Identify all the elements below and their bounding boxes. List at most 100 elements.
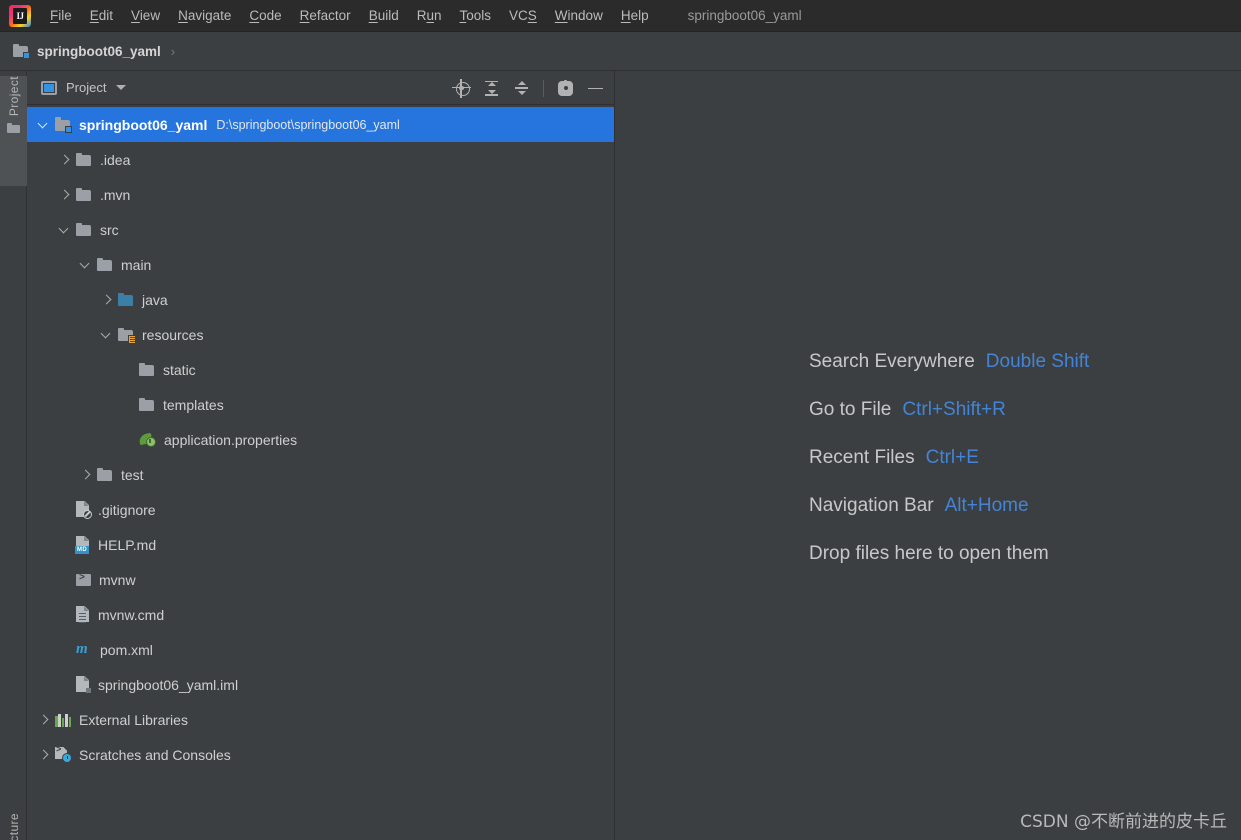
folder-icon	[7, 123, 20, 134]
tree-row-label: test	[121, 466, 144, 483]
menu-item-window[interactable]: Window	[546, 5, 612, 26]
maven-file-icon: m	[76, 640, 88, 657]
tree-row-label: .idea	[100, 151, 131, 168]
navigation-bar: springboot06_yaml ›	[0, 32, 1241, 71]
chevron-right-icon[interactable]	[58, 188, 71, 201]
menu-item-refactor[interactable]: Refactor	[291, 5, 360, 26]
shortcut-hint-label: Drop files here to open them	[809, 543, 1049, 564]
expand-all-icon[interactable]	[483, 80, 500, 97]
tree-row-main[interactable]: main	[27, 247, 614, 282]
shortcut-hint-key: Ctrl+Shift+R	[902, 399, 1006, 420]
tree-row-test[interactable]: test	[27, 457, 614, 492]
folder-icon	[76, 152, 92, 167]
editor-area: Search Everywhere Double Shift Go to File C…	[616, 71, 1241, 840]
chevron-right-icon[interactable]	[37, 713, 50, 726]
tree-row-springboot06-yaml[interactable]: springboot06_yaml D:\springboot\springboo…	[27, 107, 614, 142]
tree-row-label: application.properties	[164, 431, 298, 448]
menu-item-edit[interactable]: Edit	[81, 5, 122, 26]
tree-row-label: templates	[163, 396, 224, 413]
tree-row-java[interactable]: java	[27, 282, 614, 317]
chevron-right-icon[interactable]	[58, 153, 71, 166]
tree-row-label: springboot06_yaml	[79, 116, 208, 133]
tree-row--mvn[interactable]: .mvn	[27, 177, 614, 212]
menu-item-vcs[interactable]: VCS	[500, 5, 546, 26]
tree-row-mvnw[interactable]: mvnw	[27, 562, 614, 597]
menu-item-view[interactable]: View	[122, 5, 169, 26]
chevron-right-icon[interactable]	[100, 293, 113, 306]
tree-row-springboot06-yaml-iml[interactable]: springboot06_yaml.iml	[27, 667, 614, 702]
menu-item-help[interactable]: Help	[612, 5, 658, 26]
tree-row-label: mvnw	[99, 571, 136, 588]
project-tool-window: Project springboot06_yaml D:\springboot\s…	[27, 71, 615, 840]
tool-window-button-project[interactable]: Project	[0, 76, 27, 186]
menu-item-build[interactable]: Build	[360, 5, 408, 26]
locate-icon[interactable]	[452, 78, 471, 98]
tree-row--idea[interactable]: .idea	[27, 142, 614, 177]
tree-row-label: static	[163, 361, 196, 378]
tree-row-src[interactable]: src	[27, 212, 614, 247]
project-panel-header: Project	[27, 71, 614, 105]
tree-row-label: .gitignore	[98, 501, 156, 518]
tree-row-pom-xml[interactable]: m pom.xml	[27, 632, 614, 667]
tree-row--gitignore[interactable]: .gitignore	[27, 492, 614, 527]
tree-row-mvnw-cmd[interactable]: mvnw.cmd	[27, 597, 614, 632]
chevron-down-icon[interactable]	[79, 258, 92, 271]
tree-row-external-libraries[interactable]: External Libraries	[27, 702, 614, 737]
shortcut-hint-row: Drop files here to open them	[809, 543, 1089, 565]
tool-window-button-structure[interactable]: Structure	[0, 813, 27, 840]
intellij-idea-logo-icon: IJ	[9, 4, 31, 27]
watermark: CSDN @不断前进的皮卡丘	[1020, 812, 1227, 832]
menu-item-run[interactable]: Run	[408, 5, 451, 26]
chevron-down-icon[interactable]	[100, 328, 113, 341]
project-window-icon	[41, 80, 57, 95]
breadcrumb-project[interactable]: springboot06_yaml	[13, 43, 161, 59]
minimize-icon[interactable]	[587, 80, 604, 97]
module-folder-icon	[55, 117, 72, 133]
chevron-right-icon[interactable]	[37, 748, 50, 761]
breadcrumb-label: springboot06_yaml	[37, 43, 161, 59]
shortcut-hint-key: Ctrl+E	[925, 447, 979, 468]
tree-row-application-properties[interactable]: application.properties	[27, 422, 614, 457]
tree-row-help-md[interactable]: MD HELP.md	[27, 527, 614, 562]
tool-window-button-structure-label: Structure	[6, 813, 21, 840]
toolbar-separator	[543, 79, 544, 97]
tree-row-static[interactable]: static	[27, 352, 614, 387]
collapse-all-icon[interactable]	[513, 80, 530, 97]
chevron-down-icon[interactable]	[58, 223, 71, 236]
menu-item-file[interactable]: File	[41, 5, 81, 26]
project-panel-title: Project	[66, 80, 107, 95]
markdown-file-icon: MD	[75, 536, 90, 554]
menu-item-tools[interactable]: Tools	[451, 5, 501, 26]
chevron-down-icon[interactable]	[116, 85, 127, 90]
chevron-right-icon[interactable]	[79, 468, 92, 481]
tree-row-templates[interactable]: templates	[27, 387, 614, 422]
tree-row-resources[interactable]: resources	[27, 317, 614, 352]
scratches-icon	[55, 747, 72, 763]
project-view-selector[interactable]: Project	[41, 80, 127, 95]
tree-row-label: Scratches and Consoles	[79, 746, 231, 763]
tool-window-strip-left: Project Structure	[0, 71, 27, 840]
tree-row-label: resources	[142, 326, 204, 343]
gear-icon[interactable]	[557, 80, 574, 97]
tree-row-label: HELP.md	[98, 536, 157, 553]
folder-icon	[76, 187, 92, 202]
project-panel-toolbar	[452, 71, 604, 105]
source-folder-icon	[118, 292, 134, 307]
logo-text: IJ	[13, 7, 27, 24]
menu-item-navigate[interactable]: Navigate	[169, 5, 240, 26]
tree-row-label: .mvn	[100, 186, 131, 203]
tree-row-scratches-and-consoles[interactable]: Scratches and Consoles	[27, 737, 614, 772]
chevron-down-icon[interactable]	[37, 118, 50, 131]
gitignore-file-icon	[76, 501, 92, 519]
menu-item-code[interactable]: Code	[240, 5, 290, 26]
shell-script-file-icon	[76, 573, 91, 587]
folder-icon	[139, 362, 155, 377]
